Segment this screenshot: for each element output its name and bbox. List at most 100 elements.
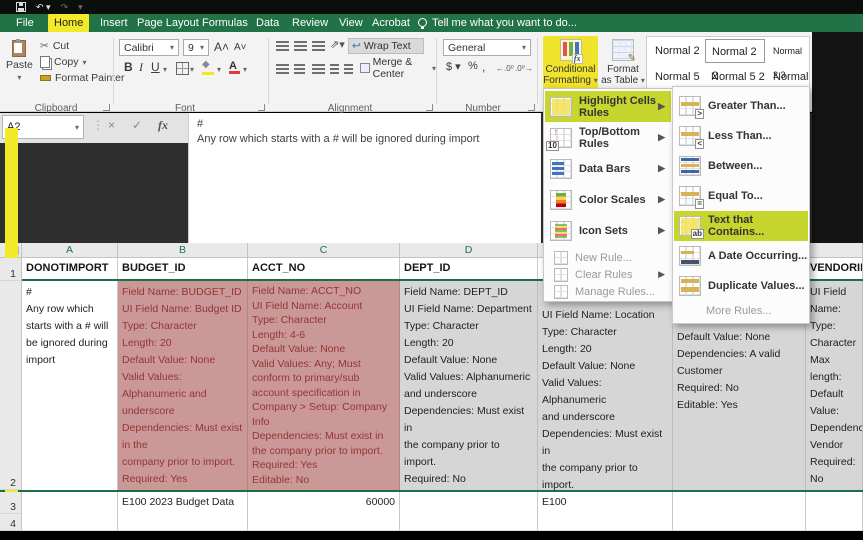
submenu-item-duplicate-values[interactable]: Duplicate Values... (674, 271, 808, 301)
bottom-align-icon[interactable] (312, 41, 325, 51)
tab-acrobat[interactable]: Acrobat (366, 14, 416, 32)
middle-align-icon[interactable] (294, 41, 307, 51)
font-name-select[interactable]: Calibri ▾ (119, 39, 179, 56)
paste-button[interactable]: Paste ▾ (6, 40, 33, 82)
style-normal-2-3[interactable]: Normal 2 3 (767, 39, 809, 63)
fill-color-dropdown-icon[interactable]: ▾ (217, 65, 221, 74)
cut-button[interactable]: ✂ Cut (40, 40, 69, 52)
style-normal-2-2[interactable]: Normal 2 2 (705, 39, 765, 63)
formula-bar-input[interactable]: # Any row which starts with a # will be … (188, 113, 541, 243)
decrease-decimal-icon[interactable]: .0⁰→ (515, 64, 533, 73)
cell-g4[interactable] (806, 514, 863, 531)
row-header-3[interactable]: 3 (0, 492, 22, 514)
tab-view[interactable]: View (333, 14, 369, 32)
tab-insert[interactable]: Insert (94, 14, 134, 32)
increase-decimal-icon[interactable]: ←.0⁰ (496, 64, 514, 73)
menu-item-clear-rules[interactable]: Clear Rules ▶ (545, 266, 671, 283)
cell-e3[interactable]: E100 (538, 492, 673, 514)
row-header-1[interactable]: 1 (0, 258, 22, 281)
orientation-icon[interactable]: ⇗▾ (330, 38, 345, 51)
undo-icon[interactable]: ↶ ▾ (36, 3, 51, 12)
column-header-g[interactable] (806, 243, 863, 258)
tab-formulas[interactable]: Formulas (196, 14, 254, 32)
cell-a1[interactable]: DONOTIMPORT (22, 258, 118, 281)
cancel-icon[interactable]: × (108, 118, 115, 132)
cell-c4[interactable] (248, 514, 400, 531)
submenu-item-more-rules[interactable]: More Rules... (674, 301, 808, 321)
tab-file[interactable]: File (10, 14, 40, 32)
submenu-item-less-than[interactable]: < Less Than... (674, 121, 808, 151)
cell-a3[interactable] (22, 492, 118, 514)
cell-d4[interactable] (400, 514, 538, 531)
underline-dropdown-icon[interactable]: ▾ (163, 65, 167, 74)
number-format-select[interactable]: General ▾ (443, 39, 531, 56)
borders-dropdown-icon[interactable]: ▾ (190, 65, 194, 74)
cell-d1[interactable]: DEPT_ID (400, 258, 538, 281)
font-size-select[interactable]: 9 ▾ (183, 39, 209, 56)
decrease-font-size-icon[interactable]: A˅ (234, 42, 247, 53)
menu-item-highlight-cells-rules[interactable]: Highlight Cells Rules ▶ (545, 91, 671, 122)
cell-e2[interactable]: UI Field Name: Location Type: Character … (538, 281, 673, 490)
tell-me-box[interactable]: Tell me what you want to do... (432, 14, 577, 32)
font-color-icon[interactable]: A (229, 60, 241, 74)
submenu-item-greater-than[interactable]: > Greater Than... (674, 91, 808, 121)
increase-indent-icon[interactable] (344, 64, 353, 74)
cell-d2[interactable]: Field Name: DEPT_ID UI Field Name: Depar… (400, 281, 538, 490)
save-icon[interactable] (16, 2, 26, 12)
decrease-indent-icon[interactable] (330, 64, 339, 74)
bold-button[interactable]: B (124, 60, 133, 74)
tab-data[interactable]: Data (250, 14, 285, 32)
align-center-icon[interactable] (294, 64, 305, 74)
column-header-d[interactable]: D (400, 243, 538, 258)
merge-center-button[interactable]: Merge & Center ▾ (360, 60, 436, 76)
redo-icon[interactable]: ↷ (61, 3, 69, 12)
submenu-item-text-that-contains[interactable]: ab Text that Contains... (674, 211, 808, 241)
cell-b1[interactable]: BUDGET_ID (118, 258, 248, 281)
tab-review[interactable]: Review (286, 14, 334, 32)
align-right-icon[interactable] (312, 64, 325, 74)
cell-c3[interactable]: 60000 (248, 492, 400, 514)
font-color-dropdown-icon[interactable]: ▾ (243, 65, 247, 74)
menu-item-icon-sets[interactable]: Icon Sets ▶ (545, 215, 671, 246)
percent-style-button[interactable]: % (468, 60, 478, 72)
alignment-dialog-launcher-icon[interactable] (426, 104, 433, 111)
font-dialog-launcher-icon[interactable] (258, 104, 265, 111)
menu-item-new-rule[interactable]: New Rule... (545, 249, 671, 266)
cell-g2[interactable]: UI Field Name: Type: Character Max lengt… (806, 281, 863, 490)
submenu-item-equal-to[interactable]: = Equal To... (674, 181, 808, 211)
fill-color-icon[interactable] (202, 62, 214, 74)
copy-button[interactable]: Copy ▾ (40, 56, 87, 68)
style-normal-2[interactable]: Normal 2 (649, 39, 703, 63)
format-painter-button[interactable]: Format Painter (40, 72, 124, 84)
clipboard-dialog-launcher-icon[interactable] (103, 104, 110, 111)
cell-b2[interactable]: Field Name: BUDGET_ID UI Field Name: Bud… (118, 281, 248, 490)
row-header-2[interactable]: 2 (0, 281, 22, 490)
cell-d3[interactable] (400, 492, 538, 514)
tab-page-layout[interactable]: Page Layout (131, 14, 205, 32)
row-header-4[interactable]: 4 (0, 514, 22, 531)
cell-b4[interactable] (118, 514, 248, 531)
column-header-c[interactable]: C (248, 243, 400, 258)
align-left-icon[interactable] (276, 64, 289, 74)
formula-bar-resizer[interactable]: ⋮ (92, 118, 104, 132)
cell-f4[interactable] (673, 514, 806, 531)
italic-button[interactable]: I (139, 60, 143, 75)
tab-home[interactable]: Home (48, 14, 89, 32)
cell-b3[interactable]: E100 2023 Budget Data (118, 492, 248, 514)
cell-c2[interactable]: Field Name: ACCT_NO UI Field Name: Accou… (248, 281, 400, 490)
number-dialog-launcher-icon[interactable] (528, 104, 535, 111)
enter-icon[interactable]: ✓ (132, 118, 142, 132)
menu-item-top-bottom-rules[interactable]: 10 Top/Bottom Rules ▶ (545, 122, 671, 153)
menu-item-manage-rules[interactable]: Manage Rules... (545, 283, 671, 300)
column-header-a[interactable]: A (22, 243, 118, 258)
comma-style-button[interactable]: , (482, 60, 485, 74)
cell-a4[interactable] (22, 514, 118, 531)
submenu-item-a-date-occurring[interactable]: A Date Occurring... (674, 241, 808, 271)
borders-icon[interactable] (176, 62, 189, 75)
cell-a2[interactable]: # Any row which starts with a # will be … (22, 281, 118, 490)
top-align-icon[interactable] (276, 41, 289, 51)
column-header-b[interactable]: B (118, 243, 248, 258)
cell-g1[interactable]: VENDORID (806, 258, 863, 281)
cell-g3[interactable] (806, 492, 863, 514)
increase-font-size-icon[interactable]: A˄ (214, 40, 229, 54)
